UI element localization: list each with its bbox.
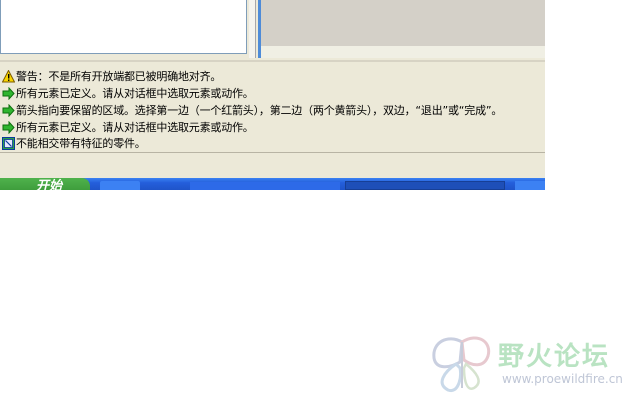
message-text: 箭头指向要保留的区域。选择第一边（一个红箭头），第二边（两个黄箭头），双边，“退… [16,104,503,117]
taskbar-button[interactable] [100,181,140,190]
graphics-window-bottom [258,46,545,58]
message-log: 警告：不是所有开放端都已被明确地对齐。 所有元素已定义。请从对话框中选取元素或动… [0,66,545,152]
watermark-url: www.proewildfire.cn [502,372,623,386]
start-label: 开始 [36,179,63,190]
message-line: 警告：不是所有开放端都已被明确地对齐。 [2,68,542,84]
taskbar-button[interactable] [515,181,545,190]
taskbar-button[interactable] [190,182,340,190]
message-line: 箭头指向要保留的区域。选择第一边（一个红箭头），第二边（两个黄箭头），双边，“退… [2,102,542,118]
message-line: 所有元素已定义。请从对话框中选取元素或动作。 [2,119,542,135]
model-tree-panel[interactable] [0,0,247,54]
taskbar: 开始 [0,178,545,190]
message-splitter[interactable] [0,60,545,62]
panel-splitter[interactable] [249,0,256,58]
green-arrow-icon [2,120,15,134]
watermark-name: 野火论坛 [498,342,611,372]
message-text: 不能相交带有特征的零件。 [16,137,146,150]
warning-triangle-icon [2,69,15,82]
message-text: 警告：不是所有开放端都已被明确地对齐。 [16,70,222,83]
message-text: 所有元素已定义。请从对话框中选取元素或动作。 [16,87,254,100]
start-button[interactable]: 开始 [0,178,90,190]
watermark: 野火论坛 www.proewildfire.cn [426,332,636,394]
butterfly-logo-icon [432,336,491,393]
green-arrow-icon [2,86,15,100]
status-bar [0,152,545,179]
application-window: 警告：不是所有开放端都已被明确地对齐。 所有元素已定义。请从对话框中选取元素或动… [0,0,545,190]
graphics-window[interactable] [258,0,545,46]
message-text: 所有元素已定义。请从对话框中选取元素或动作。 [16,121,254,134]
message-line: 不能相交带有特征的零件。 [2,135,542,151]
message-line: 所有元素已定义。请从对话框中选取元素或动作。 [2,85,542,101]
green-arrow-icon [2,103,15,117]
error-square-icon [2,136,15,150]
taskbar-button-active[interactable] [345,181,505,190]
